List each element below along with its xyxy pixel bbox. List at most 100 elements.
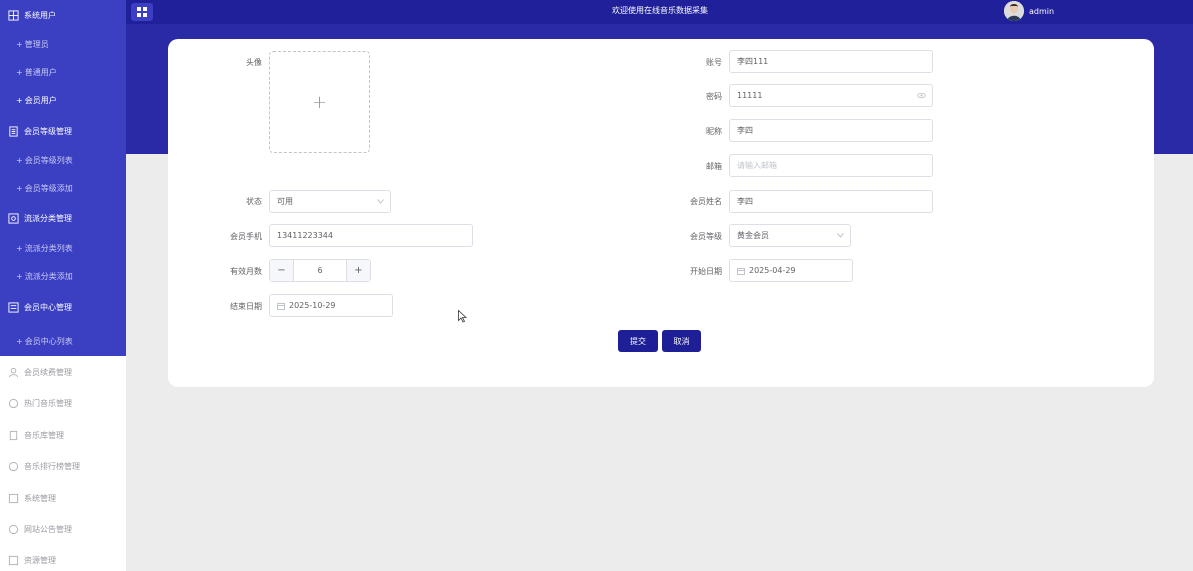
- sidebar-item-music-ranking[interactable]: 音乐排行榜管理: [0, 456, 126, 476]
- email-input[interactable]: 请输入邮箱: [729, 154, 933, 177]
- mouse-cursor-icon: [458, 310, 467, 323]
- sidebar-item-label: 管理员: [24, 39, 49, 49]
- sidebar-item-label: 流派分类添加: [24, 271, 73, 281]
- member-form-card: 头像 + 状态 可用 会员手机 13411223344 有效月数 − 6 + 结…: [168, 39, 1154, 387]
- submit-button[interactable]: 提交: [618, 330, 658, 352]
- account-input[interactable]: 李四111: [729, 50, 933, 73]
- user-avatar-icon: [1004, 1, 1024, 21]
- sidebar-item-label: 会员续费管理: [24, 367, 72, 377]
- user-icon: [8, 367, 19, 378]
- phone-value: 13411223344: [277, 231, 333, 240]
- menu-toggle-button[interactable]: [131, 3, 153, 21]
- months-stepper[interactable]: − 6 +: [269, 259, 371, 282]
- sidebar-item-label: 资源管理: [24, 555, 56, 565]
- sidebar-item-center-list[interactable]: + 会员中心列表: [0, 331, 126, 351]
- months-value[interactable]: 6: [294, 260, 346, 281]
- sidebar-item-label: 会员等级列表: [24, 155, 73, 165]
- end-date-label: 结束日期: [230, 302, 262, 311]
- sidebar-item-renewal[interactable]: 会员续费管理: [0, 362, 126, 382]
- sidebar-group-system-users[interactable]: 系统用户: [0, 5, 126, 25]
- chat-icon: [8, 398, 19, 409]
- email-label: 邮箱: [706, 162, 722, 171]
- sidebar-item-label: 音乐排行榜管理: [24, 461, 80, 471]
- password-value: 11111: [737, 91, 763, 100]
- decrement-button[interactable]: −: [270, 260, 294, 281]
- sidebar-item-label: 会员中心列表: [24, 336, 73, 346]
- avatar-uploader[interactable]: +: [269, 51, 370, 153]
- username[interactable]: admin: [1029, 7, 1054, 16]
- end-date-picker[interactable]: 2025-10-29: [269, 294, 393, 317]
- sidebar-group-member-level[interactable]: 会员等级管理: [0, 121, 126, 141]
- email-placeholder: 请输入邮箱: [737, 161, 777, 170]
- sidebar-item-label: 系统管理: [24, 493, 56, 503]
- cancel-button[interactable]: 取消: [662, 330, 701, 352]
- nickname-input[interactable]: 李四: [729, 119, 933, 142]
- document-icon: [8, 125, 19, 137]
- sidebar-group-member-center[interactable]: 会员中心管理: [0, 297, 126, 317]
- account-value: 李四111: [737, 57, 769, 66]
- nickname-value: 李四: [737, 126, 753, 135]
- avatar-label: 头像: [246, 58, 262, 67]
- member-name-input[interactable]: 李四: [729, 190, 933, 213]
- share-icon: [8, 212, 19, 224]
- password-input[interactable]: 11111: [729, 84, 933, 107]
- member-level-value: 黄金会员: [737, 231, 769, 240]
- sidebar-item-label: 会员等级添加: [24, 183, 73, 193]
- sidebar-item-label: 网站公告管理: [24, 524, 72, 534]
- sidebar-item-music-library[interactable]: 音乐库管理: [0, 425, 126, 445]
- member-name-label: 会员姓名: [690, 197, 722, 206]
- sidebar-item-label: 音乐库管理: [24, 430, 64, 440]
- sidebar-item-label: 热门音乐管理: [24, 398, 72, 408]
- document-icon: [8, 430, 19, 441]
- phone-input[interactable]: 13411223344: [269, 224, 473, 247]
- sidebar-item-level-add[interactable]: + 会员等级添加: [0, 178, 126, 198]
- sidebar-group-label: 系统用户: [24, 10, 56, 20]
- increment-button[interactable]: +: [346, 260, 370, 281]
- grid-icon: [8, 555, 19, 566]
- chevron-down-icon: [377, 199, 384, 204]
- sidebar-item-hot-music[interactable]: 热门音乐管理: [0, 393, 126, 413]
- welcome-title: 欢迎使用在线音乐数据采集: [612, 6, 708, 15]
- calendar-icon: [277, 302, 285, 310]
- sidebar-item-admin[interactable]: + 管理员: [0, 34, 126, 54]
- status-select[interactable]: 可用: [269, 190, 391, 213]
- password-label: 密码: [706, 92, 722, 101]
- avatar[interactable]: [1004, 1, 1024, 21]
- sidebar-item-label: 会员用户: [24, 95, 57, 105]
- start-date-picker[interactable]: 2025-04-29: [729, 259, 853, 282]
- list-icon: [8, 301, 19, 313]
- chat-icon: [8, 461, 19, 472]
- member-level-label: 会员等级: [690, 232, 722, 241]
- sidebar: 系统用户 + 管理员 + 普通用户 + 会员用户 会员等级管理 + 会员等级列表 + 会员…: [0, 0, 126, 571]
- sidebar-item-member-users[interactable]: + 会员用户: [0, 90, 126, 110]
- account-label: 账号: [706, 58, 722, 67]
- grid-menu-icon: [137, 7, 147, 17]
- sidebar-group-label: 会员中心管理: [24, 302, 72, 312]
- chat-icon: [8, 524, 19, 535]
- chevron-down-icon: [837, 233, 844, 238]
- eye-icon[interactable]: [917, 91, 926, 100]
- months-label: 有效月数: [230, 267, 262, 276]
- sidebar-item-label: 普通用户: [24, 67, 57, 77]
- grid-icon: [8, 493, 19, 504]
- start-date-label: 开始日期: [690, 267, 722, 276]
- end-date-value: 2025-10-29: [289, 301, 336, 310]
- status-value: 可用: [277, 197, 293, 206]
- sidebar-item-resources[interactable]: 资源管理: [0, 550, 126, 570]
- grid-icon: [8, 9, 19, 21]
- sidebar-item-normal-users[interactable]: + 普通用户: [0, 62, 126, 82]
- sidebar-item-genre-add[interactable]: + 流派分类添加: [0, 266, 126, 286]
- phone-label: 会员手机: [230, 232, 262, 241]
- sidebar-group-label: 会员等级管理: [24, 126, 72, 136]
- start-date-value: 2025-04-29: [749, 266, 796, 275]
- sidebar-item-label: 流派分类列表: [24, 243, 73, 253]
- sidebar-item-genre-list[interactable]: + 流派分类列表: [0, 238, 126, 258]
- member-level-select[interactable]: 黄金会员: [729, 224, 851, 247]
- nickname-label: 昵称: [706, 127, 722, 136]
- sidebar-item-system[interactable]: 系统管理: [0, 488, 126, 508]
- sidebar-item-level-list[interactable]: + 会员等级列表: [0, 150, 126, 170]
- sidebar-item-announcements[interactable]: 网站公告管理: [0, 519, 126, 539]
- calendar-icon: [737, 267, 745, 275]
- plus-icon: +: [311, 91, 328, 113]
- sidebar-group-genre[interactable]: 流派分类管理: [0, 208, 126, 228]
